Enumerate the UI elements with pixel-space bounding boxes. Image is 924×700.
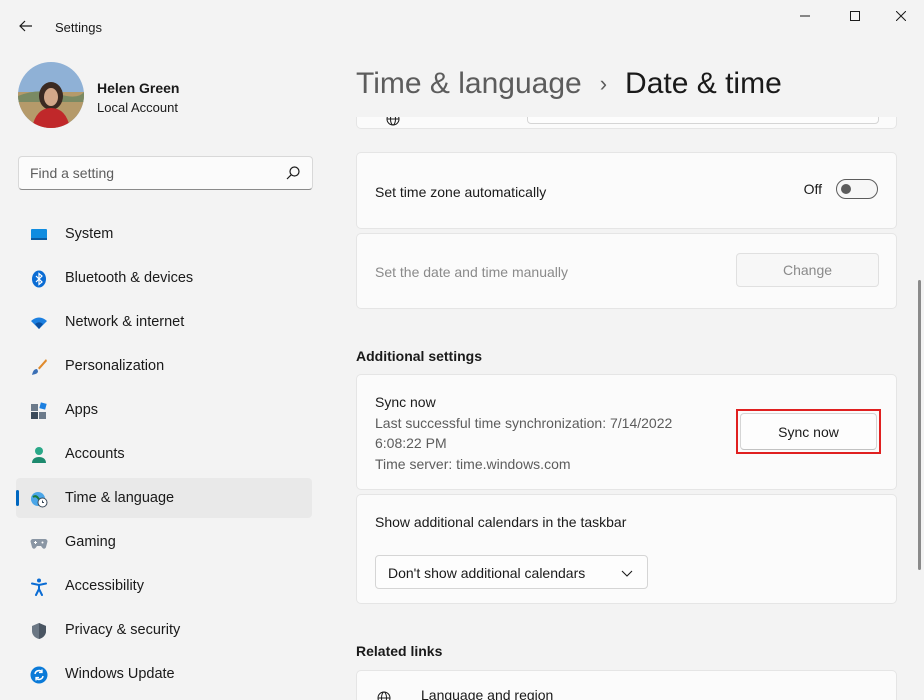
- sidebar-item-accounts[interactable]: Accounts: [16, 434, 312, 474]
- chevron-down-icon: [621, 570, 633, 577]
- minimize-icon: [800, 15, 810, 17]
- globe-icon: [377, 691, 391, 700]
- person-icon: [32, 447, 46, 463]
- sidebar-item-label: System: [65, 226, 114, 242]
- search-input[interactable]: [30, 157, 280, 189]
- sidebar-item-label: Network & internet: [65, 314, 185, 330]
- sidebar-item-apps[interactable]: Apps: [16, 390, 312, 430]
- back-button[interactable]: [12, 12, 40, 40]
- sidebar-item-personalization[interactable]: Personalization: [16, 346, 312, 386]
- sidebar-item-system[interactable]: System: [16, 214, 312, 254]
- related-link-label: Language and region: [421, 687, 554, 700]
- set-manually-label: Set the date and time manually: [375, 264, 569, 280]
- maximize-icon: [850, 11, 860, 21]
- avatar: [18, 62, 84, 128]
- related-link-card[interactable]: Language and region: [356, 670, 897, 700]
- update-icon: [30, 666, 48, 684]
- related-links-heading: Related links: [356, 643, 443, 659]
- search-icon[interactable]: [285, 165, 301, 181]
- sidebar-item-label: Privacy & security: [65, 622, 181, 638]
- sidebar-item-label: Apps: [65, 402, 99, 418]
- accessibility-icon: [31, 578, 47, 596]
- title-bar: Settings: [0, 0, 924, 48]
- sidebar-item-label: Time & language: [65, 490, 175, 506]
- last-sync-text: Last successful time synchronization: 7/…: [375, 415, 673, 431]
- gamepad-icon: [30, 539, 48, 549]
- breadcrumb: Time & language › Date & time: [356, 62, 782, 106]
- sync-title: Sync now: [375, 394, 436, 410]
- toggle-state-label: Off: [803, 181, 822, 197]
- sidebar-item-accessibility[interactable]: Accessibility: [16, 566, 312, 606]
- brush-icon: [32, 359, 47, 375]
- sidebar-item-label: Personalization: [65, 358, 165, 374]
- minimize-button[interactable]: [782, 0, 828, 32]
- close-button[interactable]: [878, 0, 924, 32]
- sidebar-item-label: Accessibility: [65, 578, 144, 594]
- sync-card: Sync now Last successful time synchroniz…: [356, 374, 897, 490]
- close-icon: [896, 11, 906, 21]
- sidebar-nav: System Bluetooth & devices Network & int…: [16, 214, 312, 698]
- calendars-label: Show additional calendars in the taskbar: [375, 514, 627, 530]
- calendars-dropdown-value: Don't show additional calendars: [388, 565, 586, 581]
- wifi-icon: [31, 317, 47, 329]
- user-name: Helen Green: [97, 80, 180, 96]
- sidebar-item-bluetooth[interactable]: Bluetooth & devices: [16, 258, 312, 298]
- apps-icon: [31, 402, 47, 419]
- calendars-card: Show additional calendars in the taskbar…: [356, 494, 897, 604]
- page-title: Date & time: [625, 67, 782, 100]
- user-profile[interactable]: Helen Green Local Account: [18, 62, 318, 130]
- app-title: Settings: [55, 20, 102, 35]
- time-zone-card-partial: [356, 117, 897, 129]
- change-button[interactable]: Change: [736, 253, 879, 287]
- time-server-text: Time server: time.windows.com: [375, 456, 571, 472]
- shield-icon: [32, 623, 46, 639]
- set-manually-card: Set the date and time manually Change: [356, 233, 897, 309]
- sidebar-item-label: Accounts: [65, 446, 125, 462]
- account-type: Local Account: [97, 100, 178, 115]
- time-zone-auto-toggle-group: Off: [804, 179, 878, 199]
- time-zone-auto-label: Set time zone automatically: [375, 184, 547, 200]
- sidebar-item-label: Gaming: [65, 534, 116, 550]
- time-zone-auto-card: Set time zone automatically Off: [356, 152, 897, 229]
- additional-settings-heading: Additional settings: [356, 348, 482, 364]
- time-zone-auto-toggle[interactable]: [836, 179, 878, 199]
- system-icon: [31, 229, 47, 240]
- globe-icon: [386, 117, 400, 126]
- sidebar-item-time-language[interactable]: Time & language: [16, 478, 312, 518]
- sidebar-item-label: Windows Update: [65, 666, 175, 682]
- sidebar-item-gaming[interactable]: Gaming: [16, 522, 312, 562]
- maximize-button[interactable]: [832, 0, 878, 32]
- sidebar-item-privacy[interactable]: Privacy & security: [16, 610, 312, 650]
- avatar-photo: [18, 62, 84, 128]
- bluetooth-icon: [32, 270, 46, 288]
- back-arrow-icon: [19, 20, 32, 32]
- sidebar-item-network[interactable]: Network & internet: [16, 302, 312, 342]
- toggle-knob: [841, 184, 851, 194]
- scrollbar[interactable]: [918, 280, 921, 570]
- sidebar-item-windows-update[interactable]: Windows Update: [16, 654, 312, 694]
- breadcrumb-parent[interactable]: Time & language: [356, 67, 582, 101]
- sync-now-button[interactable]: Sync now: [740, 413, 877, 450]
- settings-content: Set time zone automatically Off Set the …: [356, 117, 897, 700]
- last-sync-time: 6:08:22 PM: [375, 435, 447, 451]
- search-box[interactable]: [18, 156, 313, 190]
- time-zone-dropdown[interactable]: [527, 117, 879, 124]
- sidebar-item-label: Bluetooth & devices: [65, 270, 194, 286]
- globe-clock-icon: [31, 492, 48, 508]
- breadcrumb-separator: ›: [599, 71, 608, 96]
- calendars-dropdown[interactable]: Don't show additional calendars: [375, 555, 648, 589]
